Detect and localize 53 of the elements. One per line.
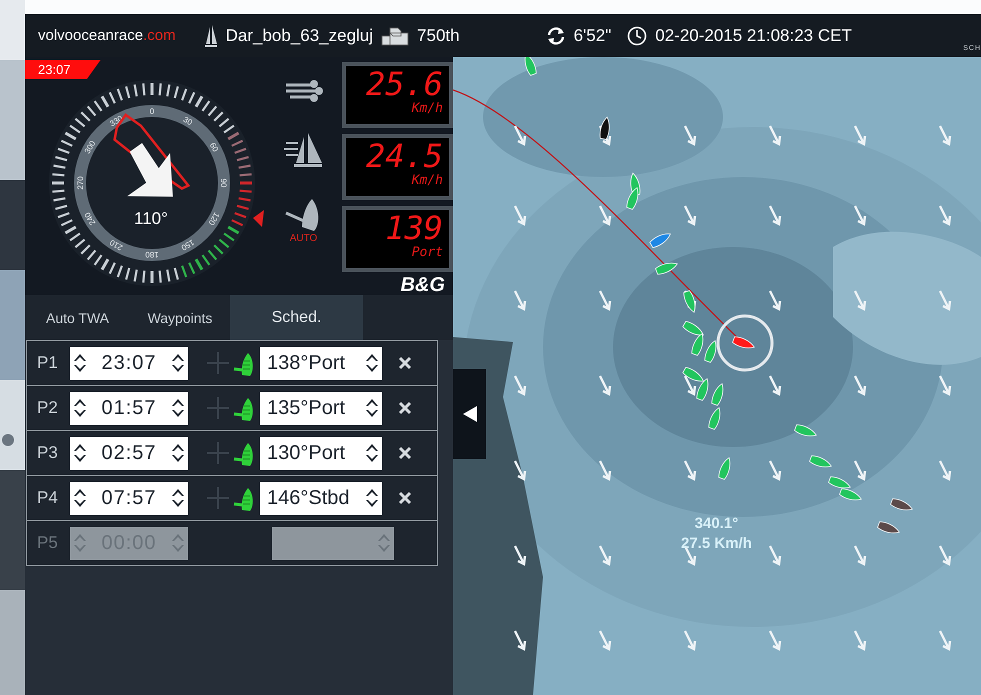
- sailboat-speed-icon: [284, 131, 324, 169]
- close-icon[interactable]: [396, 489, 414, 507]
- readout-value: 139: [385, 211, 443, 245]
- tab[interactable]: Sched.: [230, 295, 363, 340]
- time-field[interactable]: 07:57: [70, 482, 188, 514]
- wind-icon: [284, 79, 324, 103]
- row-label: P4: [37, 488, 59, 508]
- autopilot-label: AUTO: [290, 233, 318, 244]
- crosshair-icon: [206, 486, 230, 510]
- time-field[interactable]: 01:57: [70, 392, 188, 424]
- clock-icon: [627, 26, 648, 46]
- close-icon[interactable]: [396, 354, 414, 372]
- readout-value: 25.6: [366, 67, 443, 101]
- readout-unit: Port: [412, 245, 443, 260]
- angle-field[interactable]: 130°Port: [260, 436, 382, 470]
- collapse-button[interactable]: [453, 369, 486, 459]
- readout-value: 24.5: [366, 139, 443, 173]
- close-icon[interactable]: [396, 399, 414, 417]
- podium-icon: [381, 26, 410, 46]
- row-label: P1: [37, 353, 59, 373]
- sailboat-icon: [204, 24, 218, 48]
- triangle-icon: [462, 405, 478, 423]
- wind-speed: 27.5 Km/h: [681, 535, 752, 552]
- tab[interactable]: Auto TWA: [25, 295, 130, 340]
- brand-logo: B&G: [400, 274, 445, 297]
- wind-direction: 340.1°: [694, 515, 738, 532]
- crosshair-icon: [206, 441, 230, 465]
- tab[interactable]: Waypoints: [130, 295, 230, 340]
- angle-field[interactable]: 138°Port: [260, 346, 382, 380]
- readout-unit: Km/h: [412, 173, 443, 188]
- angle-field[interactable]: 135°Port: [260, 392, 382, 424]
- close-icon[interactable]: [396, 444, 414, 462]
- boat-icon[interactable]: [600, 116, 610, 140]
- readout-unit: Km/h: [412, 101, 443, 116]
- row-label: P2: [37, 398, 59, 418]
- boat-icon[interactable]: [877, 521, 900, 534]
- boat-icon[interactable]: [890, 498, 913, 510]
- crosshair-icon: [206, 351, 230, 375]
- selection-ring: [716, 314, 774, 372]
- rank-text: 750th: [417, 26, 460, 46]
- boat-name: Dar_bob_63_zegluj: [226, 26, 374, 46]
- refresh-icon[interactable]: [546, 26, 566, 46]
- countdown-text: 6'52": [574, 26, 612, 46]
- site-logo[interactable]: volvooceanrace.com: [38, 27, 176, 44]
- time-field[interactable]: 23:07: [70, 346, 188, 380]
- heading-readout: 110°: [134, 209, 168, 229]
- crosshair-icon: [206, 396, 230, 420]
- angle-field[interactable]: 146°Stbd: [260, 482, 382, 514]
- time-field[interactable]: 02:57: [70, 436, 188, 470]
- row-label: P5: [37, 533, 59, 553]
- date-time: 02-20-2015 21:08:23 CET: [655, 26, 852, 46]
- row-label: P3: [37, 443, 59, 463]
- time-badge: 23:07: [25, 60, 101, 79]
